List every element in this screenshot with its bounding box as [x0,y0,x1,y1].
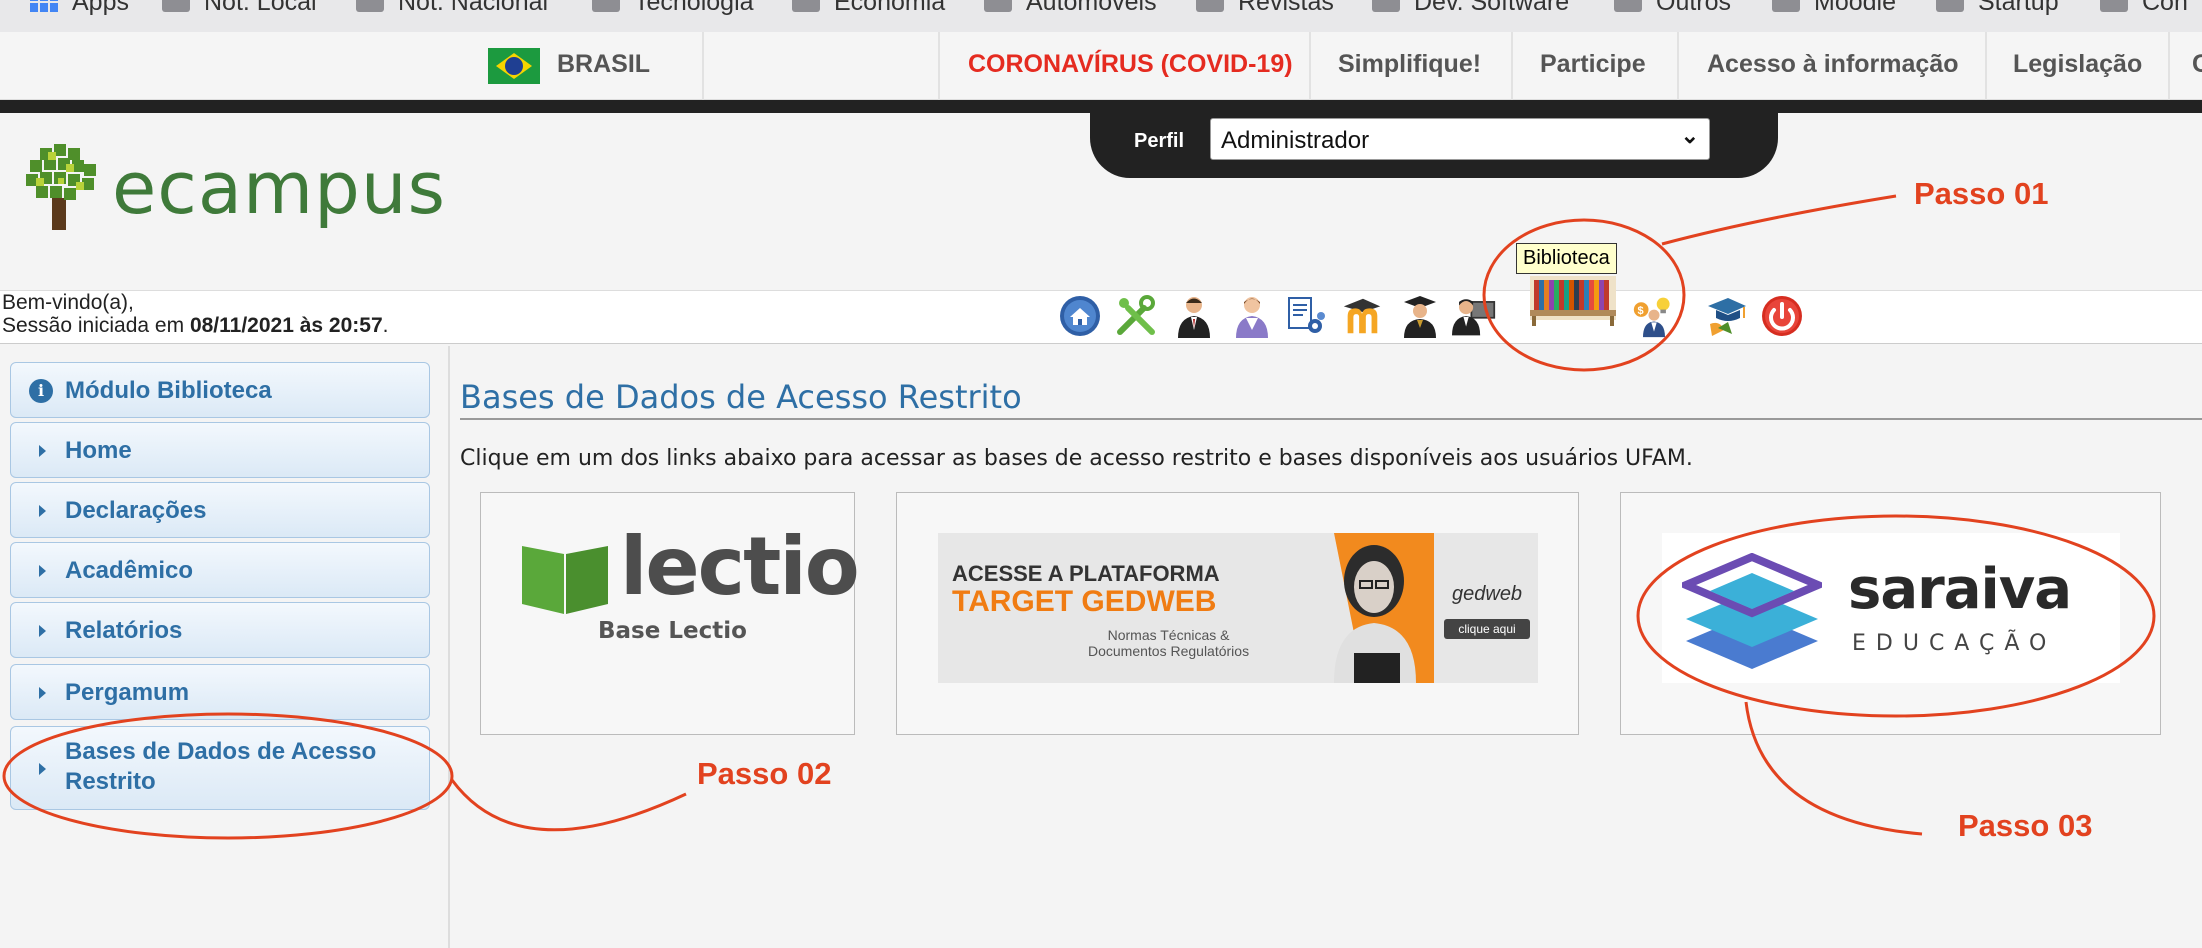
step2-label: Passo 02 [697,756,832,791]
step3-label: Passo 03 [1958,808,2093,843]
step2-pointer-line [450,779,687,832]
step2-highlight-ellipse [2,712,454,840]
step1-pointer-line [1661,194,1897,246]
tutorial-annotation-overlay [2,194,2156,840]
step1-highlight-ellipse [1482,218,1686,372]
step3-highlight-ellipse [1636,514,2156,718]
step1-label: Passo 01 [1914,176,2049,211]
step3-pointer-line [1744,701,1923,836]
